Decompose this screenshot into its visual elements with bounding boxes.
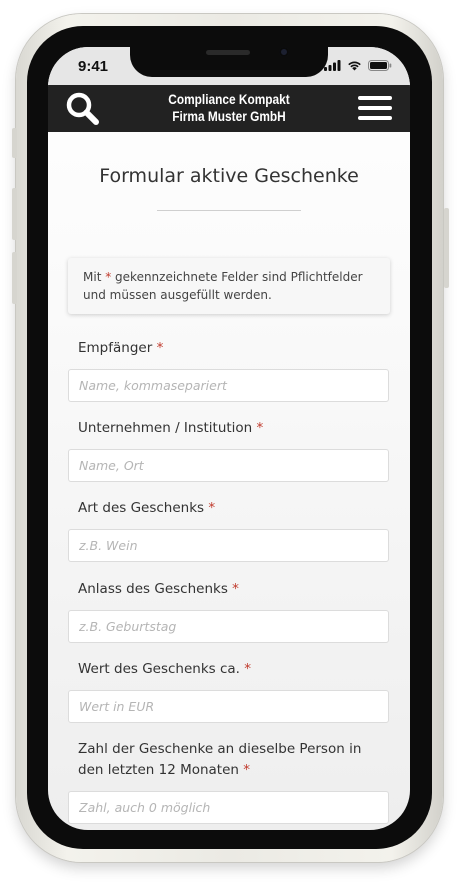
wifi-icon [348, 61, 361, 71]
search-button[interactable] [64, 90, 102, 128]
zahl-der-geschenke-input[interactable] [68, 791, 389, 824]
field-label-zahl-der-geschenke: Zahl der Geschenke an dieselbe Person in… [78, 739, 378, 781]
field-label-anlass: Anlass des Geschenks * [78, 579, 378, 600]
app-title-line2: Firma Muster GmbH [172, 109, 286, 124]
required-marker: * [243, 762, 251, 778]
art-des-geschenks-input[interactable] [68, 529, 389, 562]
notice-prefix: Mit [83, 270, 102, 284]
empfaenger-input[interactable] [68, 369, 389, 402]
front-camera [279, 47, 289, 57]
required-marker: * [244, 661, 252, 677]
field-label-art-des-geschenks: Art des Geschenks * [78, 498, 378, 519]
field-label-text: Empfänger [78, 340, 153, 356]
required-marker: * [208, 500, 216, 516]
field-label-text: Unternehmen / Institution [78, 420, 253, 436]
field-label-unternehmen: Unternehmen / Institution * [78, 418, 378, 439]
phone-notch [130, 47, 328, 77]
notice-text: gekennzeichnete Felder sind Pflichtfelde… [83, 270, 363, 302]
phone-volume-up-button [12, 188, 17, 240]
wert-input[interactable] [68, 690, 389, 723]
required-marker: * [256, 420, 264, 436]
required-fields-notice: Mit * gekennzeichnete Felder sind Pflich… [68, 258, 390, 314]
phone-power-button [444, 208, 449, 288]
page-title: Formular aktive Geschenke [99, 165, 359, 187]
search-icon [66, 92, 99, 125]
anlass-input[interactable] [68, 610, 389, 643]
battery-icon [368, 60, 392, 71]
field-label-text: Art des Geschenks [78, 500, 205, 516]
hamburger-menu-icon [358, 96, 392, 120]
field-label-text: Zahl der Geschenke an dieselbe Person in… [78, 741, 362, 778]
phone-side-button [12, 128, 17, 158]
required-marker: * [232, 581, 239, 597]
status-time: 9:41 [78, 58, 109, 75]
required-marker: * [156, 340, 164, 356]
speaker-grille [206, 50, 250, 55]
unternehmen-input[interactable] [68, 449, 389, 482]
phone-screen: 9:41 Compliance Kompakt Firma Muster Gmb… [48, 47, 410, 830]
field-label-wert: Wert des Geschenks ca. * [78, 659, 378, 680]
app-header: Compliance Kompakt Firma Muster GmbH [48, 85, 410, 132]
status-icons [324, 60, 392, 71]
field-label-empfaenger: Empfänger * [78, 338, 378, 359]
field-label-text: Anlass des Geschenks [78, 581, 228, 597]
phone-volume-down-button [12, 252, 17, 304]
app-title: Compliance Kompakt Firma Muster GmbH [140, 91, 318, 125]
hamburger-menu-button[interactable] [358, 96, 392, 122]
app-title-line1: Compliance Kompakt [168, 92, 290, 107]
title-divider [157, 210, 301, 211]
field-label-text: Wert des Geschenks ca. [78, 661, 240, 677]
